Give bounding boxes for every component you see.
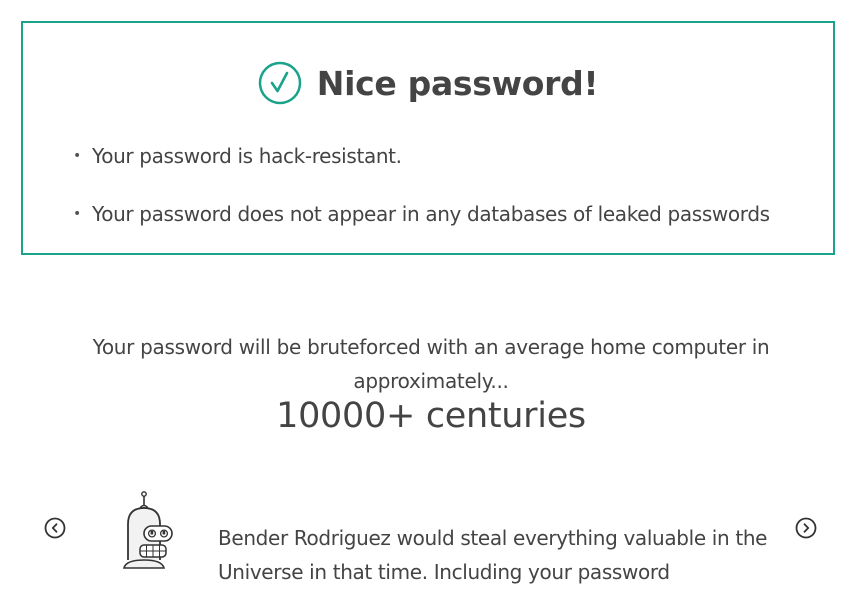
result-heading: Nice password!	[23, 61, 833, 105]
result-bullet: Your password does not appear in any dat…	[73, 199, 770, 229]
bender-robot-icon	[116, 490, 178, 574]
result-bullet: Your password is hack-resistant.	[73, 141, 770, 171]
chevron-left-circle-icon	[44, 517, 66, 539]
chevron-right-circle-icon	[795, 517, 817, 539]
result-title: Nice password!	[316, 63, 599, 103]
result-bullet-list: Your password is hack-resistant. Your pa…	[73, 141, 770, 229]
bruteforce-estimate-intro: Your password will be bruteforced with a…	[92, 335, 770, 393]
previous-comparison-button[interactable]	[44, 517, 66, 539]
bruteforce-time-value: 10000+ centuries	[276, 396, 586, 436]
password-result-panel: Nice password! Your password is hack-res…	[21, 21, 835, 255]
comparison-description: Bender Rodriguez would steal everything …	[218, 526, 768, 584]
check-circle-icon	[258, 61, 302, 105]
next-comparison-button[interactable]	[795, 517, 817, 539]
